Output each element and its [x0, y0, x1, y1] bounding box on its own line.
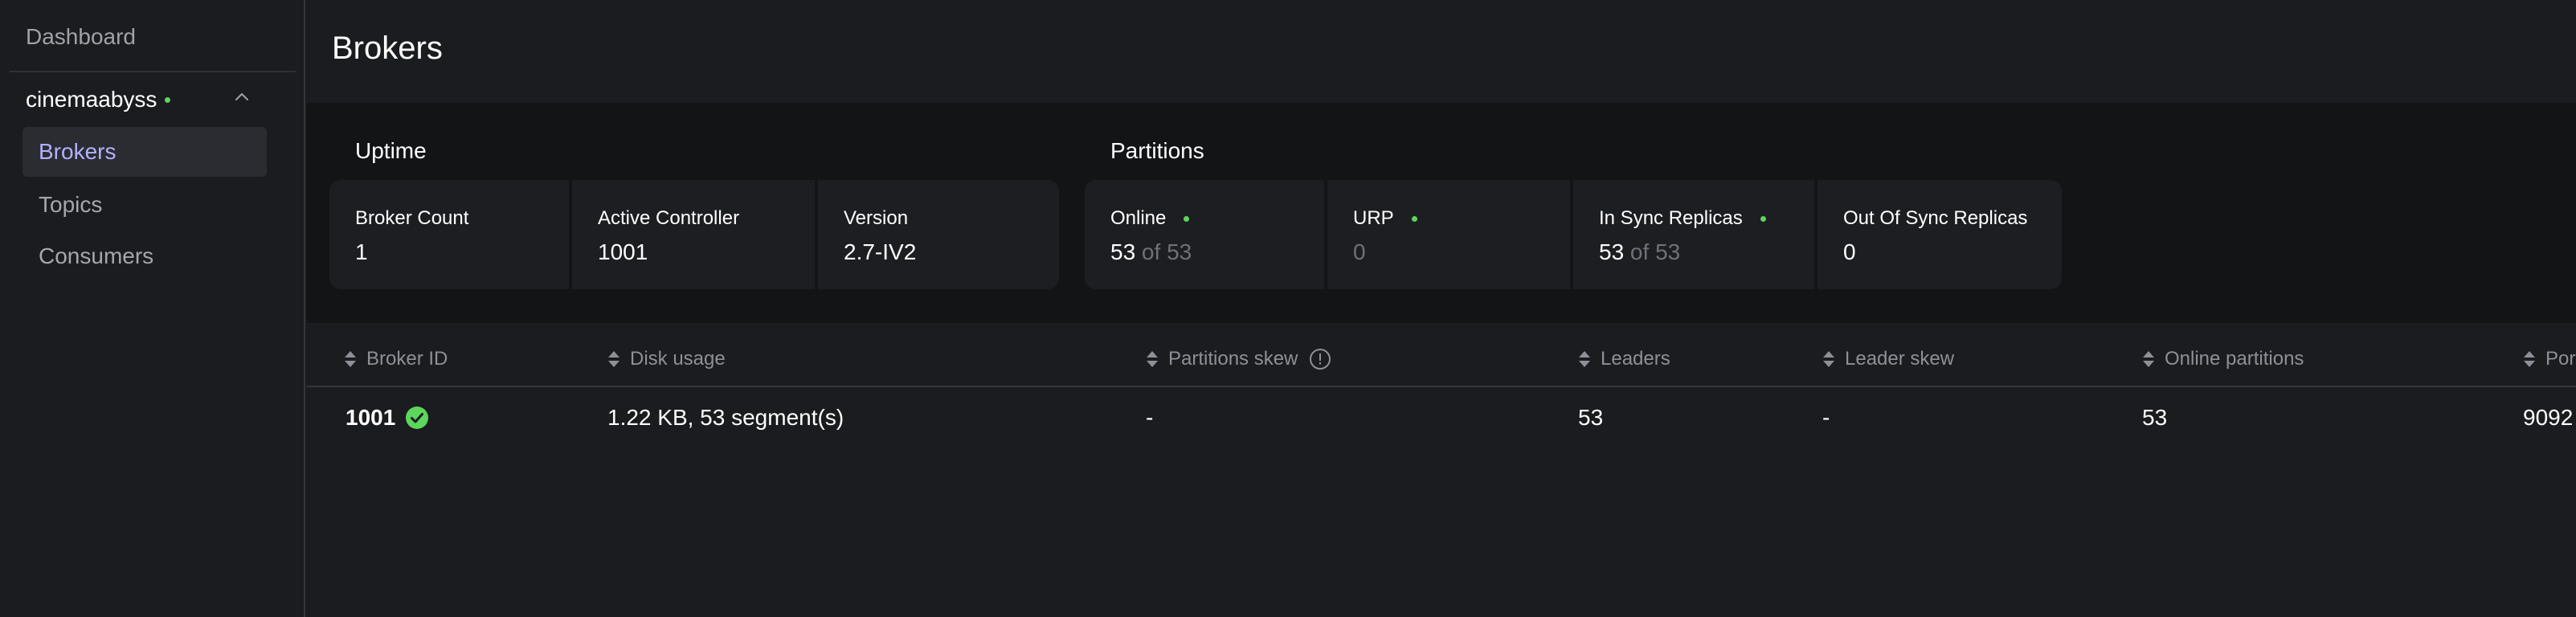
sidebar-item-label: Topics — [39, 192, 103, 217]
urp-value: 0 — [1353, 239, 1366, 264]
sort-icon — [2524, 351, 2535, 367]
table-cell-broker-id[interactable]: 1001 — [346, 402, 429, 434]
cluster-toggle[interactable]: cinemaabyss — [26, 84, 267, 116]
table-cell-port: 9092 — [2523, 405, 2574, 430]
urp-card: URP 0 — [1327, 180, 1570, 289]
column-header-port[interactable]: Port — [2523, 347, 2576, 371]
out-of-sync-replicas-card: Out Of Sync Replicas 0 — [1818, 180, 2062, 289]
broker-count-card: Broker Count 1 — [329, 180, 569, 289]
sidebar-item-topics[interactable]: Topics — [22, 180, 267, 230]
out-of-sync-value: 0 — [1843, 239, 1856, 264]
status-dot — [1411, 215, 1417, 222]
sort-icon — [1147, 351, 1158, 367]
version-card: Version 2.7-IV2 — [818, 180, 1059, 289]
column-header-partitions-skew[interactable]: Partitions skew — [1146, 347, 1331, 371]
table-cell-online-partitions: 53 — [2142, 405, 2168, 430]
cluster-status-dot — [165, 96, 171, 103]
in-sync-replicas-card: In Sync Replicas 53 of 53 — [1573, 180, 1814, 289]
broker-count-value: 1 — [355, 239, 368, 264]
active-controller-card: Active Controller 1001 — [572, 180, 815, 289]
broker-count-label: Broker Count — [355, 207, 469, 229]
uptime-title: Uptime — [355, 138, 427, 163]
sidebar-item-label: Consumers — [39, 243, 154, 268]
status-dot — [1184, 215, 1190, 222]
column-header-leaders[interactable]: Leaders — [1578, 347, 1670, 371]
online-value: 53 of 53 — [1110, 239, 1192, 264]
column-header-disk-usage[interactable]: Disk usage — [607, 347, 726, 371]
version-value: 2.7-IV2 — [844, 239, 917, 264]
column-header-online-partitions[interactable]: Online partitions — [2142, 347, 2304, 371]
version-label: Version — [844, 207, 909, 229]
in-sync-value: 53 of 53 — [1599, 239, 1681, 264]
sidebar-divider — [10, 71, 296, 72]
sort-icon — [2143, 351, 2154, 367]
column-header-leader-skew[interactable]: Leader skew — [1822, 347, 1954, 371]
page-title: Brokers — [332, 31, 443, 66]
sort-icon — [608, 351, 619, 367]
online-label: Online — [1110, 207, 1167, 229]
sidebar-item-consumers[interactable]: Consumers — [22, 231, 267, 281]
status-dot — [1760, 215, 1766, 222]
table-cell-disk-usage: 1.22 KB, 53 segment(s) — [607, 405, 844, 430]
sort-icon — [345, 351, 356, 367]
column-header-broker-id[interactable]: Broker ID — [344, 347, 448, 371]
info-icon[interactable] — [1309, 348, 1331, 370]
in-sync-label: In Sync Replicas — [1599, 207, 1743, 229]
sort-icon — [1823, 351, 1834, 367]
out-of-sync-label: Out Of Sync Replicas — [1843, 207, 2028, 229]
active-controller-label: Active Controller — [598, 207, 740, 229]
urp-label: URP — [1353, 207, 1394, 229]
partitions-title: Partitions — [1110, 138, 1204, 163]
table-cell-leaders: 53 — [1578, 405, 1604, 430]
sort-icon — [1579, 351, 1590, 367]
brokers-table-header: Broker ID Disk usage Partitions skew Lea… — [307, 331, 2576, 387]
sidebar-item-label: Brokers — [39, 139, 117, 164]
sidebar: Dashboard cinemaabyss Brokers Topics Con… — [0, 0, 305, 617]
active-controller-value: 1001 — [598, 239, 648, 264]
table-cell-partitions-skew: - — [1146, 405, 1154, 430]
chevron-up-icon[interactable] — [231, 87, 252, 108]
check-circle-icon — [406, 407, 429, 429]
sidebar-item-brokers[interactable]: Brokers — [22, 127, 267, 177]
sidebar-item-dashboard[interactable]: Dashboard — [26, 24, 136, 50]
cluster-name: cinemaabyss — [26, 87, 157, 112]
table-cell-leader-skew: - — [1822, 405, 1830, 430]
online-card: Online 53 of 53 — [1085, 180, 1324, 289]
